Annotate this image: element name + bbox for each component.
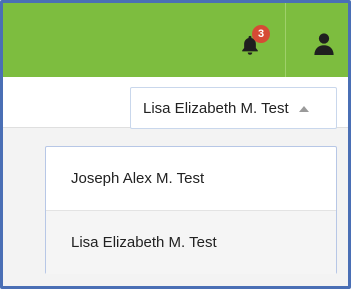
user-select-button[interactable]: Lisa Elizabeth M. Test [130,87,337,129]
user-dropdown-menu: Joseph Alex M. Test Lisa Elizabeth M. Te… [45,146,337,274]
topbar-divider [285,3,286,77]
menu-item-lisa[interactable]: Lisa Elizabeth M. Test [46,210,336,274]
user-icon[interactable] [313,32,335,56]
notification-badge: 3 [252,25,270,43]
top-bar: 3 [3,3,348,77]
app-frame: 3 Lisa Elizabeth M. Test Joseph Alex M. … [0,0,351,289]
menu-item-label: Lisa Elizabeth M. Test [71,234,217,251]
menu-item-joseph[interactable]: Joseph Alex M. Test [46,147,336,210]
selected-user-label: Lisa Elizabeth M. Test [143,99,289,117]
caret-up-icon [298,106,309,112]
menu-item-label: Joseph Alex M. Test [71,170,205,187]
